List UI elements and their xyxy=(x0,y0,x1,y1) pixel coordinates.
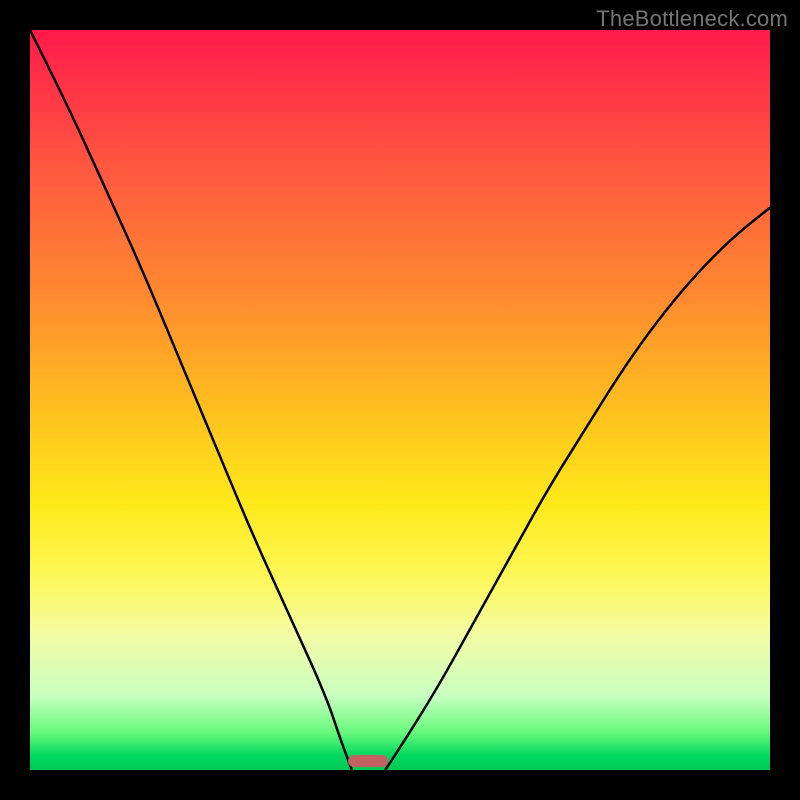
left-curve xyxy=(30,30,352,770)
watermark-text: TheBottleneck.com xyxy=(596,6,788,32)
curve-overlay xyxy=(30,30,770,770)
right-curve xyxy=(385,208,770,770)
plot-frame xyxy=(30,30,770,770)
optimal-marker xyxy=(348,755,388,767)
